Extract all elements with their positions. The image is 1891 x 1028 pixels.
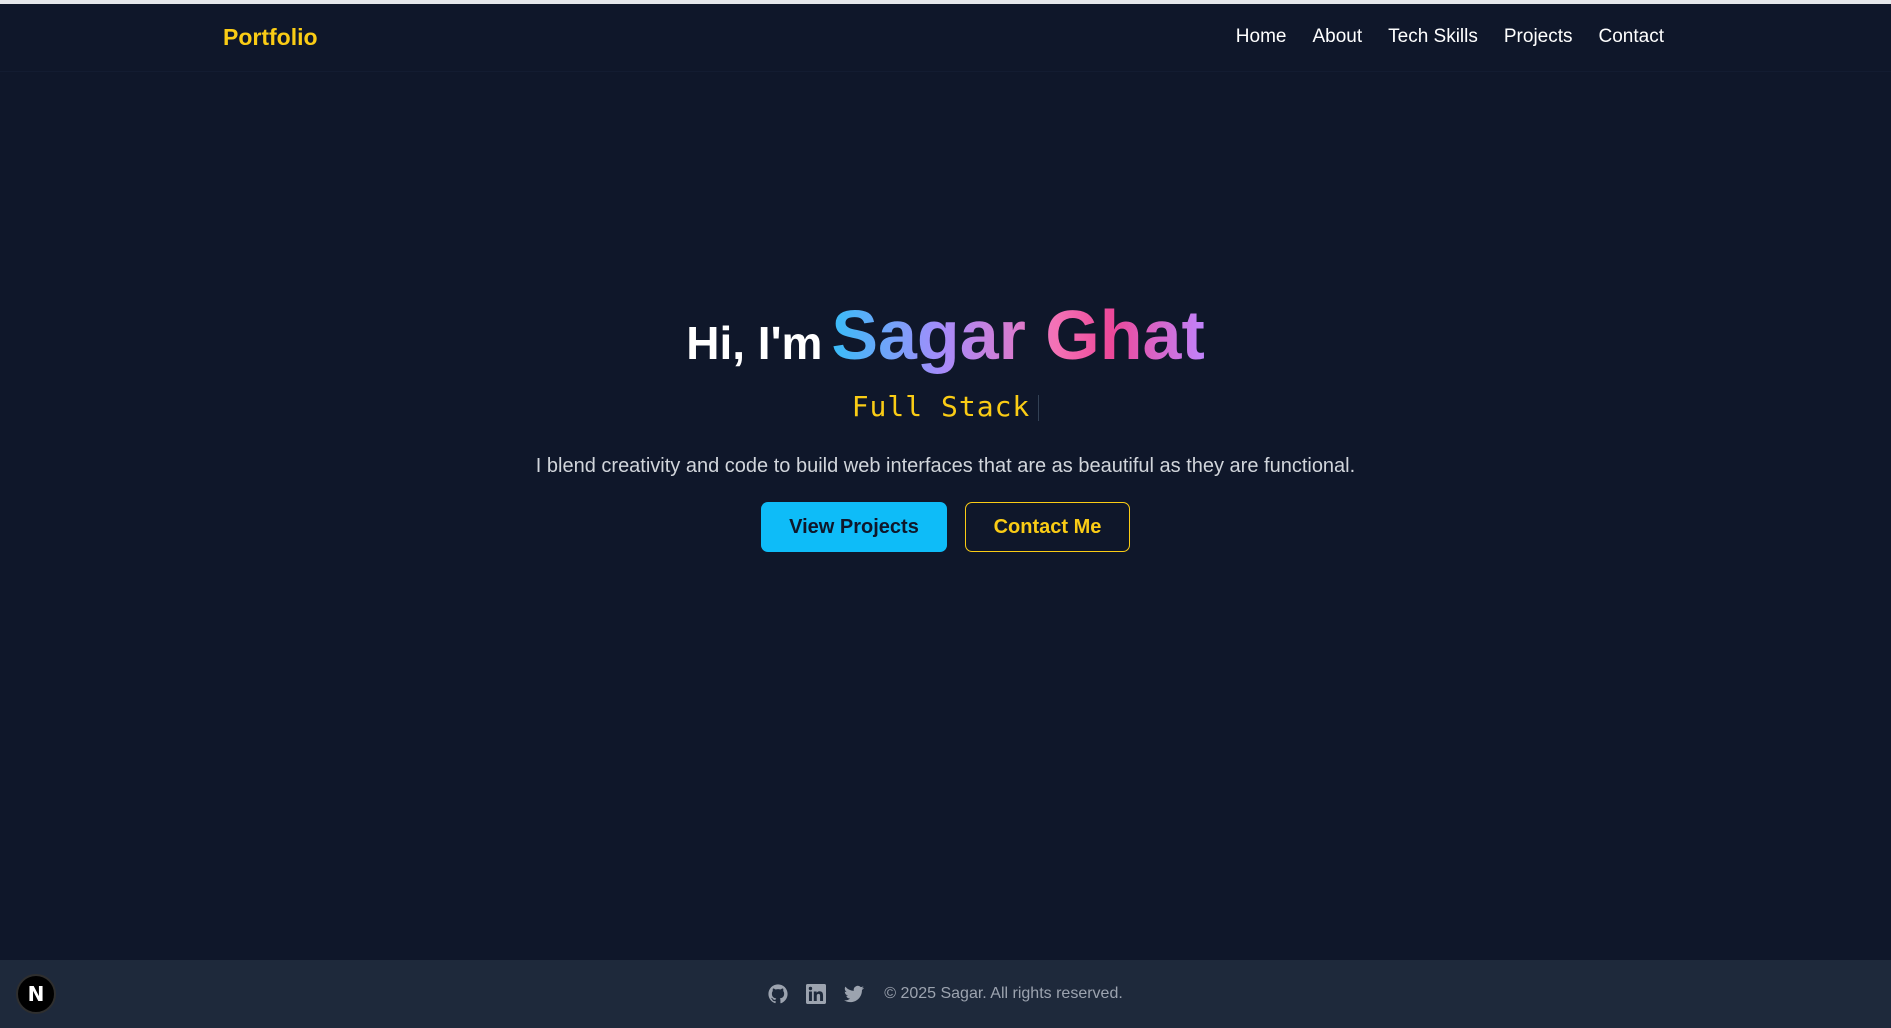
nav-link-home[interactable]: Home: [1236, 26, 1287, 47]
hero-greeting: Hi, I'm: [686, 317, 823, 369]
view-projects-button[interactable]: View Projects: [761, 502, 947, 552]
hero-section: Hi, I'm Sagar Ghat Full Stack I blend cr…: [0, 300, 1891, 552]
nav-links: Home About Tech Skills Projects Contact: [1236, 26, 1664, 48]
nav-link-tech-skills[interactable]: Tech Skills: [1388, 26, 1478, 47]
hero-role: Full Stack: [0, 390, 1891, 423]
contact-me-button[interactable]: Contact Me: [965, 502, 1130, 552]
footer-copyright: © 2025 Sagar. All rights reserved.: [884, 985, 1123, 1002]
nav-item-tech-skills: Tech Skills: [1388, 26, 1478, 48]
nav-link-contact[interactable]: Contact: [1599, 26, 1664, 47]
github-icon[interactable]: [768, 984, 788, 1004]
nav-link-projects[interactable]: Projects: [1504, 26, 1573, 47]
twitter-icon[interactable]: [844, 984, 865, 1004]
page: Portfolio Home About Tech Skills Project…: [0, 0, 1891, 1028]
hero-role-text: Full Stack: [851, 390, 1031, 423]
brand-logo[interactable]: Portfolio: [223, 24, 318, 51]
navbar: Portfolio Home About Tech Skills Project…: [0, 4, 1891, 72]
hero-title: Hi, I'm Sagar Ghat: [0, 300, 1891, 370]
footer: © 2025 Sagar. All rights reserved.: [0, 960, 1891, 1028]
nav-item-home: Home: [1236, 26, 1287, 48]
typing-cursor: [1038, 395, 1040, 421]
hero-tagline: I blend creativity and code to build web…: [535, 455, 1356, 477]
linkedin-icon[interactable]: [806, 984, 827, 1004]
nav-item-contact: Contact: [1599, 26, 1664, 48]
nav-item-projects: Projects: [1504, 26, 1573, 48]
hero-actions: View Projects Contact Me: [0, 502, 1891, 552]
nav-link-about[interactable]: About: [1312, 26, 1362, 47]
nextjs-dev-badge[interactable]: N: [16, 974, 56, 1014]
hero-name: Sagar Ghat: [831, 296, 1205, 374]
nav-item-about: About: [1312, 26, 1362, 48]
